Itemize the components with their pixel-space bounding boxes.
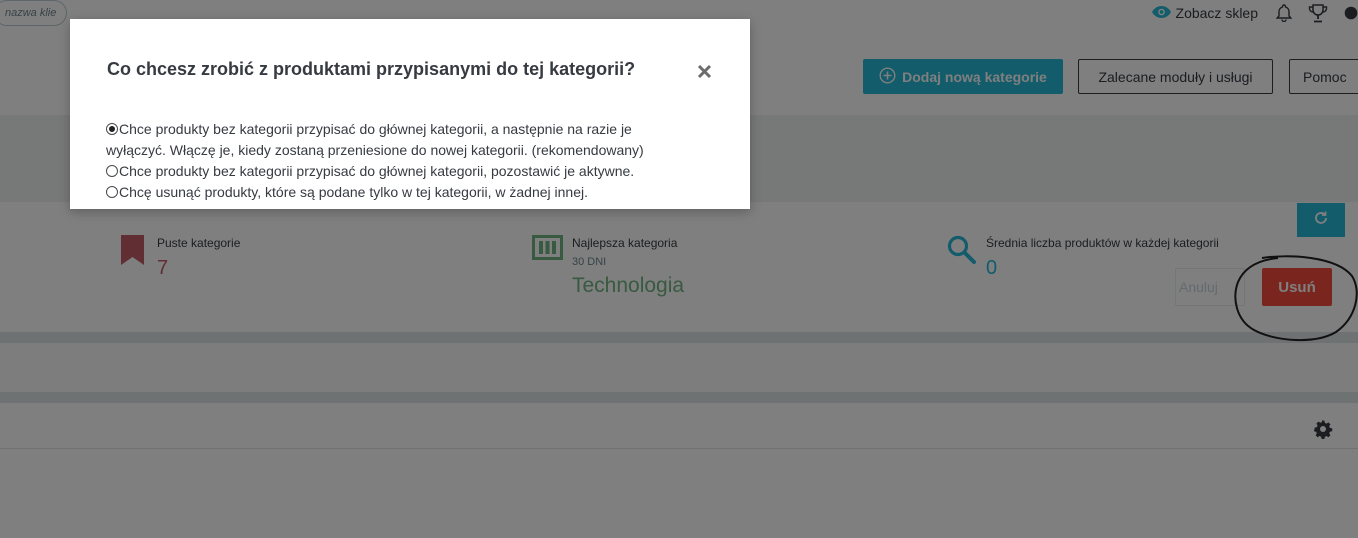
radio-delete-products[interactable] [106, 186, 118, 198]
highlight-circle-annotation [1234, 255, 1358, 341]
radio-disable-products[interactable] [106, 123, 118, 135]
product-action-options: Chce produkty bez kategorii przypisać do… [106, 119, 706, 203]
modal-title: Co chcesz zrobić z produktami przypisany… [107, 59, 636, 79]
close-icon[interactable] [693, 60, 715, 82]
delete-category-modal: Co chcesz zrobić z produktami przypisany… [70, 19, 750, 209]
option-delete-products[interactable]: Chcę usunąć produkty, które są podane ty… [106, 182, 706, 203]
option-disable-line2: wyłączyć. Włączę je, kiedy zostaną przen… [106, 142, 644, 158]
option-keep-active-text: Chce produkty bez kategorii przypisać do… [119, 163, 635, 179]
radio-keep-active[interactable] [106, 165, 118, 177]
option-disable-products[interactable]: Chce produkty bez kategorii przypisać do… [106, 119, 706, 161]
option-disable-line1: Chce produkty bez kategorii przypisać do… [119, 121, 632, 137]
option-delete-products-text: Chcę usunąć produkty, które są podane ty… [119, 184, 588, 200]
option-keep-active[interactable]: Chce produkty bez kategorii przypisać do… [106, 161, 706, 182]
